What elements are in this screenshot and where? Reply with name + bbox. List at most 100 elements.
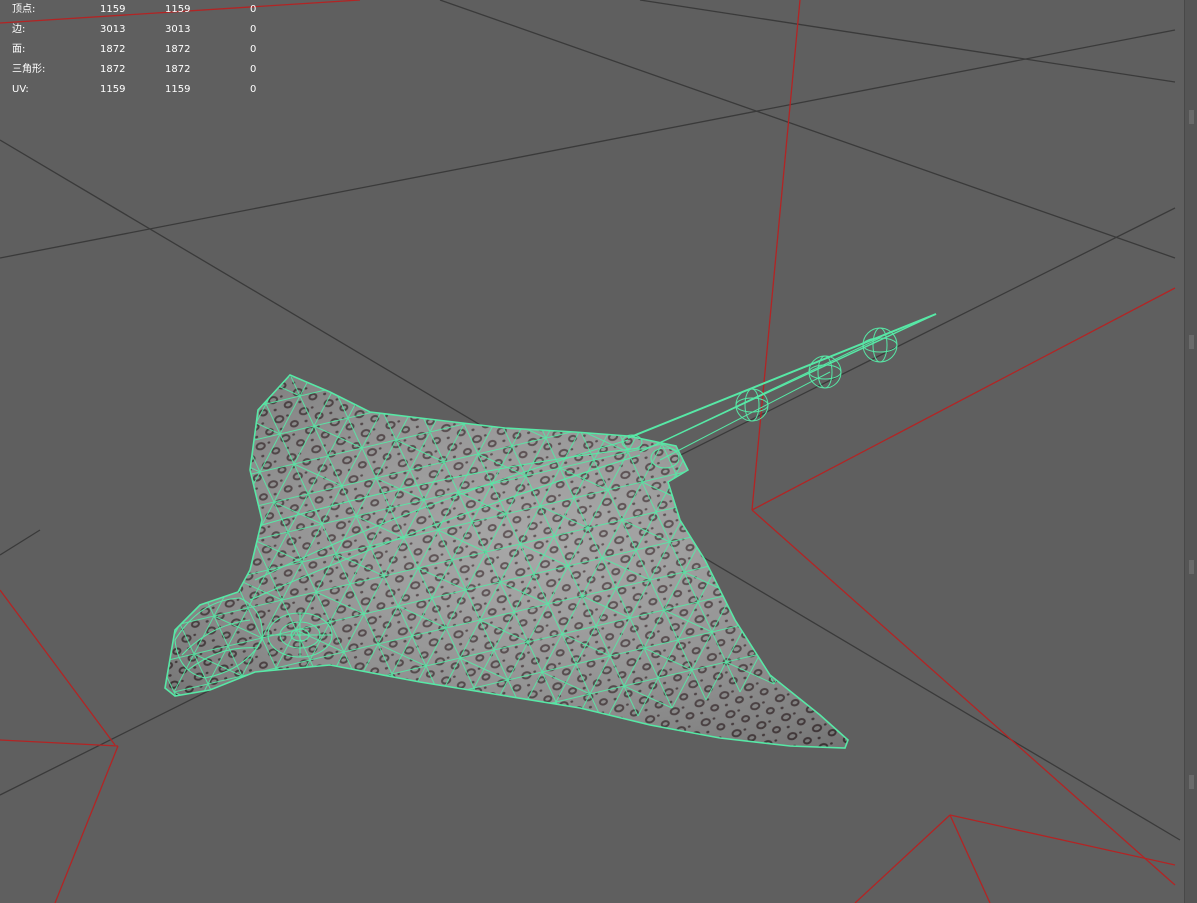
wireframe-edge bbox=[88, 308, 108, 346]
wireframe-edge bbox=[414, 228, 448, 236]
wireframe-edge bbox=[998, 598, 1012, 628]
wireframe-edge bbox=[847, 561, 848, 601]
wireframe-edge bbox=[414, 236, 462, 258]
wireframe-edge bbox=[374, 312, 388, 342]
wireframe-edge bbox=[791, 479, 807, 511]
wireframe-edge bbox=[700, 164, 720, 202]
wireframe-edge bbox=[88, 346, 136, 368]
wireframe-edge bbox=[496, 212, 516, 250]
wireframe-edge bbox=[743, 419, 765, 459]
wireframe-edge bbox=[926, 282, 940, 312]
wireframe-edge bbox=[6, 332, 54, 354]
wireframe-edge bbox=[1046, 582, 1066, 620]
wireframe-edge bbox=[201, 743, 237, 748]
wireframe-edge bbox=[777, 449, 793, 481]
wireframe-edge bbox=[620, 346, 654, 354]
wireframe-edge bbox=[108, 300, 142, 308]
wireframe-edge bbox=[667, 375, 683, 407]
wireframe-edge bbox=[357, 681, 373, 713]
wireframe-edge bbox=[836, 170, 850, 200]
wireframe-edge bbox=[138, 534, 152, 564]
wireframe-edge bbox=[102, 338, 122, 376]
wireframe-edge bbox=[618, 180, 652, 188]
wireframe-edge bbox=[199, 577, 235, 587]
wireframe-edge bbox=[680, 232, 714, 240]
wireframe-edge bbox=[728, 254, 762, 262]
stat-value: 3013 bbox=[165, 24, 191, 35]
wireframe-edge bbox=[652, 180, 666, 210]
3d-viewport[interactable] bbox=[0, 0, 1197, 903]
wireframe-edge bbox=[912, 214, 932, 252]
wireframe-edge bbox=[165, 397, 199, 421]
wireframe-edge bbox=[82, 376, 102, 414]
wireframe-edge bbox=[323, 681, 359, 691]
wireframe-edge bbox=[374, 304, 408, 312]
wireframe-edge bbox=[825, 471, 841, 503]
wireframe-edge bbox=[898, 184, 918, 222]
wireframe-edge bbox=[538, 332, 572, 340]
wireframe-edge bbox=[68, 384, 116, 406]
wireframe-edge bbox=[165, 593, 181, 625]
viewport-side-scrollbar[interactable] bbox=[1184, 0, 1197, 903]
wireframe-edge bbox=[185, 555, 201, 587]
stat-value: 1872 bbox=[165, 64, 191, 75]
wireframe-edge bbox=[934, 380, 948, 410]
wireframe-edge bbox=[874, 486, 908, 494]
wireframe-edge bbox=[860, 456, 894, 464]
wireframe-edge bbox=[319, 375, 335, 389]
grid-lines bbox=[0, 0, 1181, 841]
wireframe-edge bbox=[217, 381, 233, 413]
wireframe-edge bbox=[912, 244, 946, 252]
wireframe-edge bbox=[599, 391, 649, 415]
wireframe-edge bbox=[702, 360, 736, 368]
wireframe-edge bbox=[351, 711, 373, 748]
stat-value: 1159 bbox=[100, 4, 126, 15]
wireframe-edge bbox=[838, 298, 858, 336]
wireframe-edge bbox=[930, 614, 978, 636]
wireframe-edge bbox=[467, 717, 489, 748]
wireframe-edge bbox=[702, 330, 722, 368]
wireframe-edge bbox=[701, 375, 751, 391]
wireframe-edge bbox=[408, 266, 428, 304]
wireframe-edge bbox=[538, 340, 586, 362]
wireframe-edge bbox=[210, 276, 244, 284]
wireframe-edge bbox=[928, 448, 976, 470]
wireframe-edge bbox=[521, 709, 571, 733]
wireframe-edge bbox=[864, 230, 878, 260]
wireframe-edge bbox=[48, 422, 62, 452]
wireframe-edge bbox=[497, 407, 533, 417]
wireframe-edge bbox=[1010, 462, 1024, 492]
wireframe-edge bbox=[776, 246, 796, 284]
wireframe-edge bbox=[783, 381, 833, 405]
wireframe-edge bbox=[968, 372, 982, 402]
stingray-mesh[interactable] bbox=[6, 124, 1100, 812]
wireframe-edge bbox=[351, 741, 387, 748]
wireframe-edge bbox=[531, 399, 567, 409]
wireframe-edge bbox=[462, 220, 482, 258]
wireframe-edge bbox=[765, 547, 787, 587]
wireframe-edge bbox=[805, 471, 827, 511]
wireframe-edge bbox=[453, 725, 469, 748]
wireframe-edge bbox=[773, 645, 795, 685]
wireframe-edge bbox=[942, 440, 962, 478]
wireframe-edge bbox=[292, 298, 306, 328]
wireframe-edge bbox=[771, 479, 793, 519]
wireframe-edge bbox=[984, 568, 998, 598]
wireframe-edge bbox=[177, 457, 193, 489]
wireframe-edge bbox=[320, 350, 354, 358]
wireframe-edge bbox=[394, 274, 408, 304]
wireframe-edge bbox=[82, 406, 116, 414]
wireframe-edge bbox=[1010, 462, 1058, 484]
wireframe-edge bbox=[435, 375, 485, 387]
wireframe-edge bbox=[790, 314, 804, 344]
wireframe-edge bbox=[950, 576, 964, 606]
wireframe-edge bbox=[374, 312, 422, 334]
wireframe-edge bbox=[762, 246, 796, 254]
wireframe-edge bbox=[633, 375, 669, 385]
wireframe-edge bbox=[779, 577, 801, 617]
wireframe-edge bbox=[626, 278, 660, 286]
wireframe-edge bbox=[882, 584, 916, 592]
wireframe-edge bbox=[82, 414, 96, 444]
wireframe-edge bbox=[930, 606, 964, 614]
wireframe-edge bbox=[868, 524, 888, 562]
